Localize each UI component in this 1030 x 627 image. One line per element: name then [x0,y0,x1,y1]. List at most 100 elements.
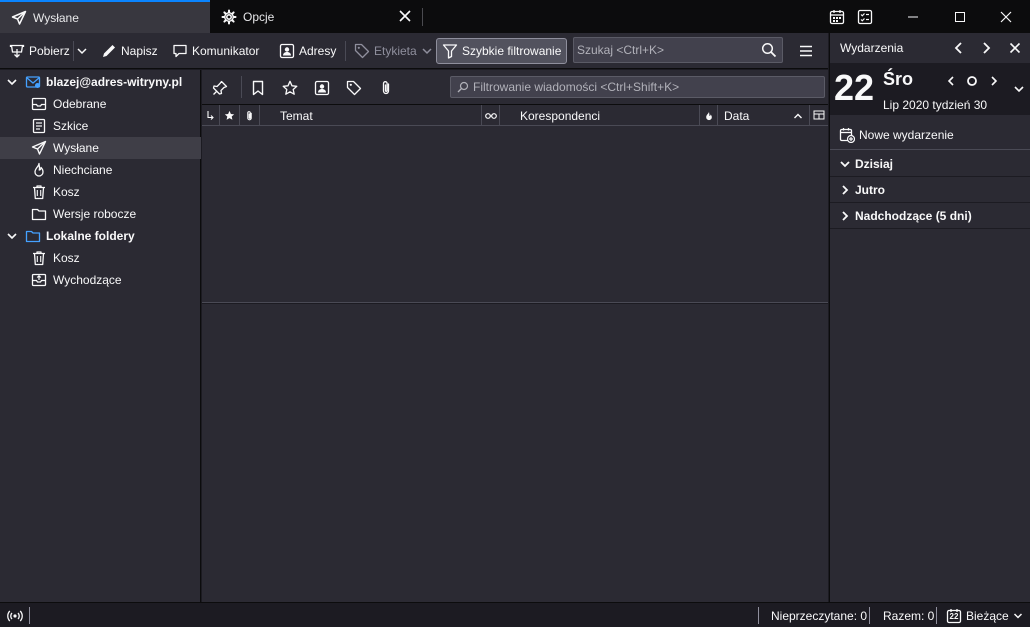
chevron-down-icon [422,48,432,55]
attachment-column[interactable] [240,105,260,126]
sort-ascending-icon [794,113,802,119]
close-icon[interactable] [398,9,412,23]
drafts-icon [32,118,46,134]
junk-status-column[interactable] [700,105,718,126]
today-dot-icon[interactable] [966,75,978,87]
tab-bar: Wysłane Opcje [0,0,1030,33]
trash-icon [33,251,45,266]
folder-account[interactable]: blazej@adres-witryny.pl [0,71,201,93]
message-list-header: Temat Korespondenci Data [202,104,828,126]
close-window-button[interactable] [984,0,1028,33]
gear-icon [221,9,237,24]
outbox-icon [31,273,47,287]
chevron-down-icon[interactable] [1013,83,1025,95]
tag-button[interactable]: Etykieta [354,38,433,64]
tag-icon [346,80,362,96]
agenda-today[interactable]: Dzisiaj [830,151,1030,177]
send-icon [31,140,47,155]
chevron-right-icon[interactable] [988,75,1000,87]
search-icon [457,81,469,93]
write-button[interactable]: Napisz [101,38,158,64]
online-signal-icon [7,610,23,621]
agenda-tomorrow[interactable]: Jutro [830,177,1030,203]
address-book-button[interactable]: Adresy [279,38,336,64]
day-number: 22 [834,67,875,108]
chevron-right-icon[interactable] [978,40,994,56]
folder-drafts-versions[interactable]: Wersje robocze [0,203,201,225]
column-picker[interactable] [810,105,828,126]
folder-sent[interactable]: Wysłane [0,137,201,159]
folder-local[interactable]: Lokalne foldery [0,225,201,247]
star-icon [282,80,298,95]
online-status-button[interactable] [7,603,23,627]
folder-icon [25,230,41,243]
hamburger-menu-icon [800,45,812,57]
new-event-icon [839,127,855,143]
correspondents-column[interactable]: Korespondenci [500,105,700,126]
status-separator [869,607,870,624]
tab-separator [422,8,423,26]
date-column[interactable]: Data [718,105,810,126]
folder-label: Szkice [53,119,89,133]
message-preview-pane [202,304,828,602]
chevron-down-icon[interactable] [6,230,18,242]
app-menu-button[interactable] [799,38,819,64]
date-column-label: Data [724,108,750,123]
filter-search-box [450,76,825,98]
junk-icon [34,162,44,177]
folder-trash[interactable]: Kosz [0,181,201,203]
tab-sent[interactable]: Wysłane [0,0,210,33]
message-list[interactable] [202,126,828,303]
folder-junk[interactable]: Niechciane [0,159,201,181]
column-picker-icon [813,110,825,119]
agenda-section-label: Nadchodzące (5 dni) [855,208,972,223]
folder-inbox[interactable]: Odebrane [0,93,201,115]
get-messages-dropdown[interactable] [76,38,90,64]
chevron-right-icon [842,184,849,195]
agenda-upcoming[interactable]: Nadchodzące (5 dni) [830,203,1030,229]
folder-local-trash[interactable]: Kosz [0,247,201,269]
maximize-button[interactable] [938,0,982,33]
folder-label: Odebrane [53,97,107,111]
pin-icon [212,80,228,95]
chevron-left-icon[interactable] [951,40,967,56]
chevron-down-icon[interactable] [6,76,18,88]
tag-icon [354,43,370,59]
folder-drafts[interactable]: Szkice [0,115,201,137]
sticky-filter-button[interactable] [210,78,230,98]
chat-button[interactable]: Komunikator [172,38,259,64]
status-bar: Nieprzeczytane: 0 Razem: 0 22 Bieżące [0,602,1030,627]
star-column[interactable] [220,105,240,126]
global-search-input[interactable] [574,43,754,57]
chevron-down-icon [1013,612,1022,619]
address-book-icon [279,43,295,59]
folder-label: Wysłane [53,141,99,155]
pencil-icon [103,45,115,57]
starred-filter-button[interactable] [280,78,300,98]
thread-icon [206,110,214,120]
close-icon[interactable] [1007,40,1023,56]
unread-filter-button[interactable] [248,78,268,98]
read-status-column[interactable] [482,105,500,126]
tags-filter-button[interactable] [344,78,364,98]
chevron-left-icon[interactable] [945,75,957,87]
filter-search-input[interactable] [469,80,809,94]
thread-column[interactable] [202,105,220,126]
status-separator [936,607,937,624]
search-icon[interactable] [761,42,777,58]
paperclip-icon [247,110,252,120]
folder-outbox[interactable]: Wychodzące [0,269,201,291]
month-week-label: Lip 2020 tydzień 30 [883,98,988,112]
subject-column[interactable]: Temat [260,105,482,126]
tasks-tab-button[interactable] [845,0,885,33]
tab-options[interactable]: Opcje [210,0,422,33]
new-event-button[interactable]: Nowe wydarzenie [830,120,1030,150]
contact-filter-button[interactable] [312,78,332,98]
quick-filter-button[interactable]: Szybkie filtrowanie [436,38,568,64]
get-messages-button[interactable]: Pobierz [9,38,70,64]
today-pane-toggle-label: Bieżące [966,608,1009,623]
attachment-filter-button[interactable] [376,78,396,98]
minimize-button[interactable] [891,0,935,33]
today-pane-toggle[interactable]: 22 Bieżące [946,603,1023,627]
junk-icon [705,111,712,120]
